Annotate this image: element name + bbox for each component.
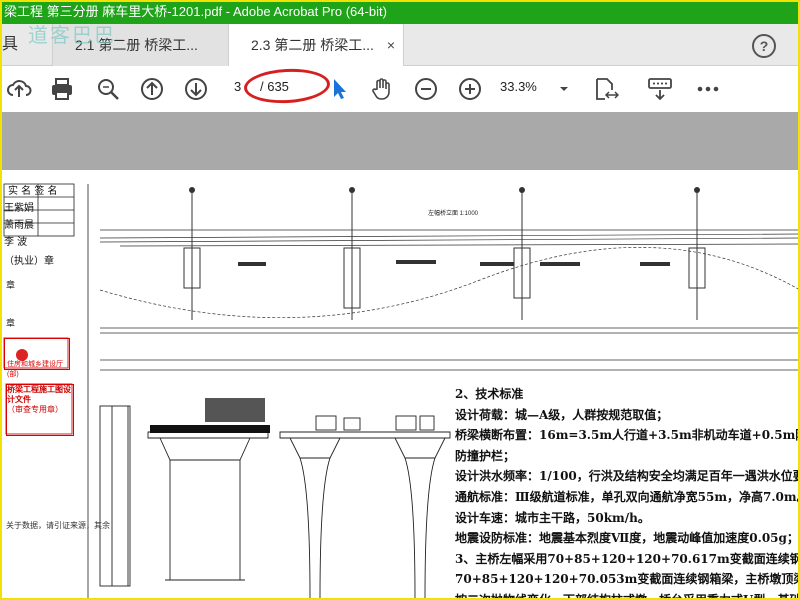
seal-label: 章 xyxy=(6,318,16,328)
drawing-title: 左幅桥立面 1:1000 xyxy=(428,211,479,217)
pdf-page: 实 名 签 名 王紫娟 萧雨晨 李 波 （执业）章 左幅桥立面 1:1000 章… xyxy=(0,170,800,600)
red-seal-stamp: 住房和城乡建设厅(部) xyxy=(4,338,70,378)
tech-line: 设计荷载：城—A级，人群按规范取值； xyxy=(455,407,669,422)
tab-document-2-active[interactable]: 2.3 第二册 桥梁工... × xyxy=(228,24,404,67)
zoom-in-icon[interactable] xyxy=(455,74,485,104)
seal-label: 章 xyxy=(6,280,16,290)
tech-line: 2、技术标准 xyxy=(455,387,524,401)
current-page[interactable]: 3 xyxy=(234,75,241,99)
signature-row: 李 波 xyxy=(4,237,28,248)
tech-line: 3、主桥左幅采用70+85+120+120+70.617m变截面连续钢箱梁，右幅… xyxy=(455,551,800,566)
page-down-icon[interactable] xyxy=(181,74,211,104)
help-button[interactable]: ? xyxy=(752,34,776,58)
tech-line: 按二次抛物线变化。下部结构柱式墩，桥台采用重力式U型，基础采用桩承台，持力层为5 xyxy=(455,592,800,600)
zoom-out-icon[interactable] xyxy=(411,74,441,104)
signature-table: 实 名 签 名 王紫娟 萧雨晨 李 波 （执业）章 xyxy=(4,182,84,267)
tech-line: 设计车速：城市主干路，50km/h。 xyxy=(455,510,650,525)
tech-line: 防撞护栏； xyxy=(455,448,516,463)
window-title-bar: 梁工程 第三分册 麻车里大桥-1201.pdf - Adobe Acrobat … xyxy=(0,0,800,24)
tab-bar: 具 2.1 第二册 桥梁工... 2.3 第二册 桥梁工... × ? xyxy=(0,24,800,67)
signature-row: 萧雨晨 xyxy=(4,220,34,231)
tech-line: 70+85+120+120+70.053m变截面连续钢箱梁，主桥墩顶梁高5.5m… xyxy=(455,572,800,587)
signature-row: 王紫娟 xyxy=(4,203,34,214)
side-note: 关于数据，请引证来源，其余 xyxy=(6,521,110,530)
tech-line: 设计洪水频率：1/100，行洪及结构安全均满足百年一遇洪水位要求。 xyxy=(455,469,800,484)
tech-line: 通航标准：Ⅲ级航道标准，单孔双向通航净宽55m，净高7.0m。 xyxy=(455,489,800,504)
more-icon[interactable] xyxy=(693,74,723,104)
fit-page-icon[interactable] xyxy=(590,74,620,104)
document-background xyxy=(0,112,800,170)
keyboard-icon[interactable] xyxy=(645,74,675,104)
toolbar xyxy=(0,66,800,112)
watermark: 道客巴巴 xyxy=(28,23,116,47)
signature-footer: （执业）章 xyxy=(4,256,54,267)
tech-line: 地震设防标准：地震基本烈度Ⅶ度，地震动峰值加速度0.05g；抗震措施按Ⅷ度设防。 xyxy=(455,531,800,546)
signature-header: 实 名 签 名 xyxy=(8,186,58,197)
print-icon[interactable] xyxy=(47,74,77,104)
close-icon[interactable]: × xyxy=(387,24,395,66)
page-up-icon[interactable] xyxy=(137,74,167,104)
window-title: 梁工程 第三分册 麻车里大桥-1201.pdf - Adobe Acrobat … xyxy=(4,4,387,19)
tech-line: 桥梁横断布置：16m=3.5m人行道+3.5m非机动车道+0.5m防撞护栏+8.… xyxy=(455,428,800,443)
select-cursor-icon[interactable] xyxy=(325,74,355,104)
upload-icon[interactable] xyxy=(4,74,34,104)
zoom-search-icon[interactable] xyxy=(93,74,123,104)
hand-tool-icon[interactable] xyxy=(367,74,397,104)
review-stamp: 桥梁工程施工图设计文件 （审查专用章） xyxy=(6,384,74,436)
tab-label: 2.3 第二册 桥梁工... xyxy=(251,37,374,53)
technical-standards-text: 2、技术标准 设计荷载：城—A级，人群按规范取值； 桥梁横断布置：16m=3.5… xyxy=(455,384,800,600)
zoom-level[interactable]: 33.3% xyxy=(500,75,570,99)
